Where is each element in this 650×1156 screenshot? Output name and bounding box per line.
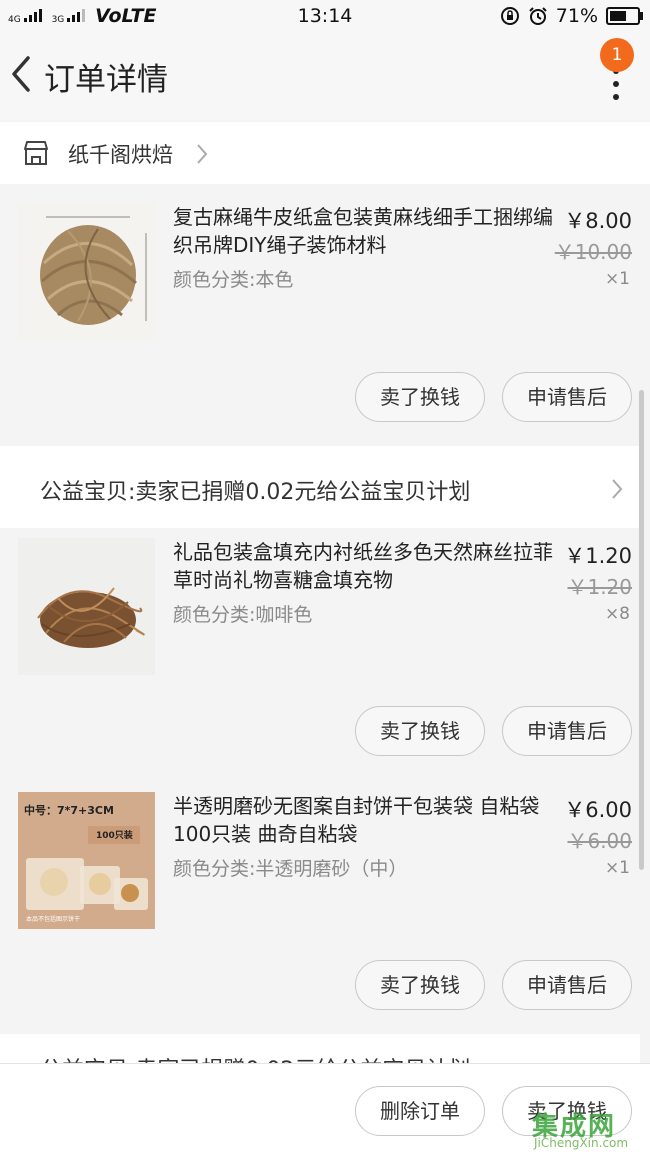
order-item[interactable]: 中号：7*7+3CM 100只装 本品不包括图示饼干 半透明磨砂无图案自封饼干包… [0, 782, 640, 1028]
product-image-jute-twine [18, 203, 155, 340]
scrollbar[interactable] [639, 390, 644, 870]
product-spec: 颜色分类:本色 [173, 269, 294, 291]
status-bar: 4G 3G VoLTE 13:14 71% [0, 0, 650, 34]
charity-row[interactable]: 公益宝贝:卖家已捐赠0.02元给公益宝贝计划 [0, 446, 640, 528]
after-sales-button[interactable]: 申请售后 [502, 706, 632, 756]
product-original-price: ￥6.00 [567, 829, 632, 853]
product-quantity: ×1 [604, 269, 630, 289]
nav-bar: 订单详情 1 [0, 34, 650, 120]
product-price: ￥8.00 [564, 209, 632, 233]
product-quantity: ×1 [604, 858, 630, 878]
product-image-raffia-filler [18, 538, 155, 675]
sell-button[interactable]: 卖了换钱 [355, 706, 485, 756]
product-quantity: ×8 [604, 604, 630, 624]
order-item[interactable]: 礼品包装盒填充内衬纸丝多色天然麻丝拉菲草时尚礼物喜糖盒填充物 颜色分类:咖啡色 … [0, 528, 640, 776]
more-menu-icon[interactable] [612, 68, 620, 102]
product-price: ￥1.20 [564, 544, 632, 568]
delete-order-button[interactable]: 删除订单 [355, 1086, 485, 1136]
product-price: ￥6.00 [564, 798, 632, 822]
product-title[interactable]: 礼品包装盒填充内衬纸丝多色天然麻丝拉菲草时尚礼物喜糖盒填充物 [173, 538, 553, 594]
sell-button[interactable]: 卖了换钱 [355, 372, 485, 422]
order-item[interactable]: 复古麻绳牛皮纸盒包装黄麻线细手工捆绑编织吊牌DIY绳子装饰材料 颜色分类:本色 … [0, 193, 640, 441]
store-icon [24, 141, 48, 165]
after-sales-button[interactable]: 申请售后 [502, 960, 632, 1010]
battery-percent: 71% [555, 5, 598, 27]
rotation-lock-icon [500, 7, 519, 25]
alarm-icon [529, 7, 547, 25]
product-title[interactable]: 半透明磨砂无图案自封饼干包装袋 自粘袋 100只装 曲奇自粘袋 [173, 792, 553, 848]
thumb-note-label: 本品不包括图示饼干 [26, 916, 81, 923]
product-spec: 颜色分类:咖啡色 [173, 604, 313, 626]
page-title: 订单详情 [44, 62, 168, 98]
sell-button[interactable]: 卖了换钱 [355, 960, 485, 1010]
battery-level-fill [610, 11, 626, 21]
status-right: 71% [500, 5, 643, 27]
shop-row[interactable]: 纸千阁烘焙 [0, 122, 650, 184]
chevron-right-icon [197, 144, 208, 164]
product-original-price: ￥1.20 [567, 575, 632, 599]
thumb-count-label: 100只装 [96, 831, 133, 841]
charity-text: 公益宝贝:卖家已捐赠0.02元给公益宝贝计划 [40, 480, 471, 505]
watermark-url: JiChengXin.com [534, 1136, 629, 1150]
watermark-logo: 集成网 JiChengXin.com [532, 1106, 648, 1152]
notification-badge: 1 [600, 38, 634, 72]
back-arrow-icon[interactable] [6, 54, 36, 94]
product-original-price: ￥10.00 [554, 240, 632, 264]
product-spec: 颜色分类:半透明磨砂（中） [173, 858, 408, 880]
chevron-right-icon [612, 479, 623, 499]
thumb-size-label: 中号：7*7+3CM [24, 804, 114, 817]
shop-name: 纸千阁烘焙 [68, 143, 173, 167]
product-image-cookie-bags: 中号：7*7+3CM 100只装 本品不包括图示饼干 [18, 792, 155, 929]
after-sales-button[interactable]: 申请售后 [502, 372, 632, 422]
product-title[interactable]: 复古麻绳牛皮纸盒包装黄麻线细手工捆绑编织吊牌DIY绳子装饰材料 [173, 203, 553, 259]
battery-icon [606, 7, 643, 25]
